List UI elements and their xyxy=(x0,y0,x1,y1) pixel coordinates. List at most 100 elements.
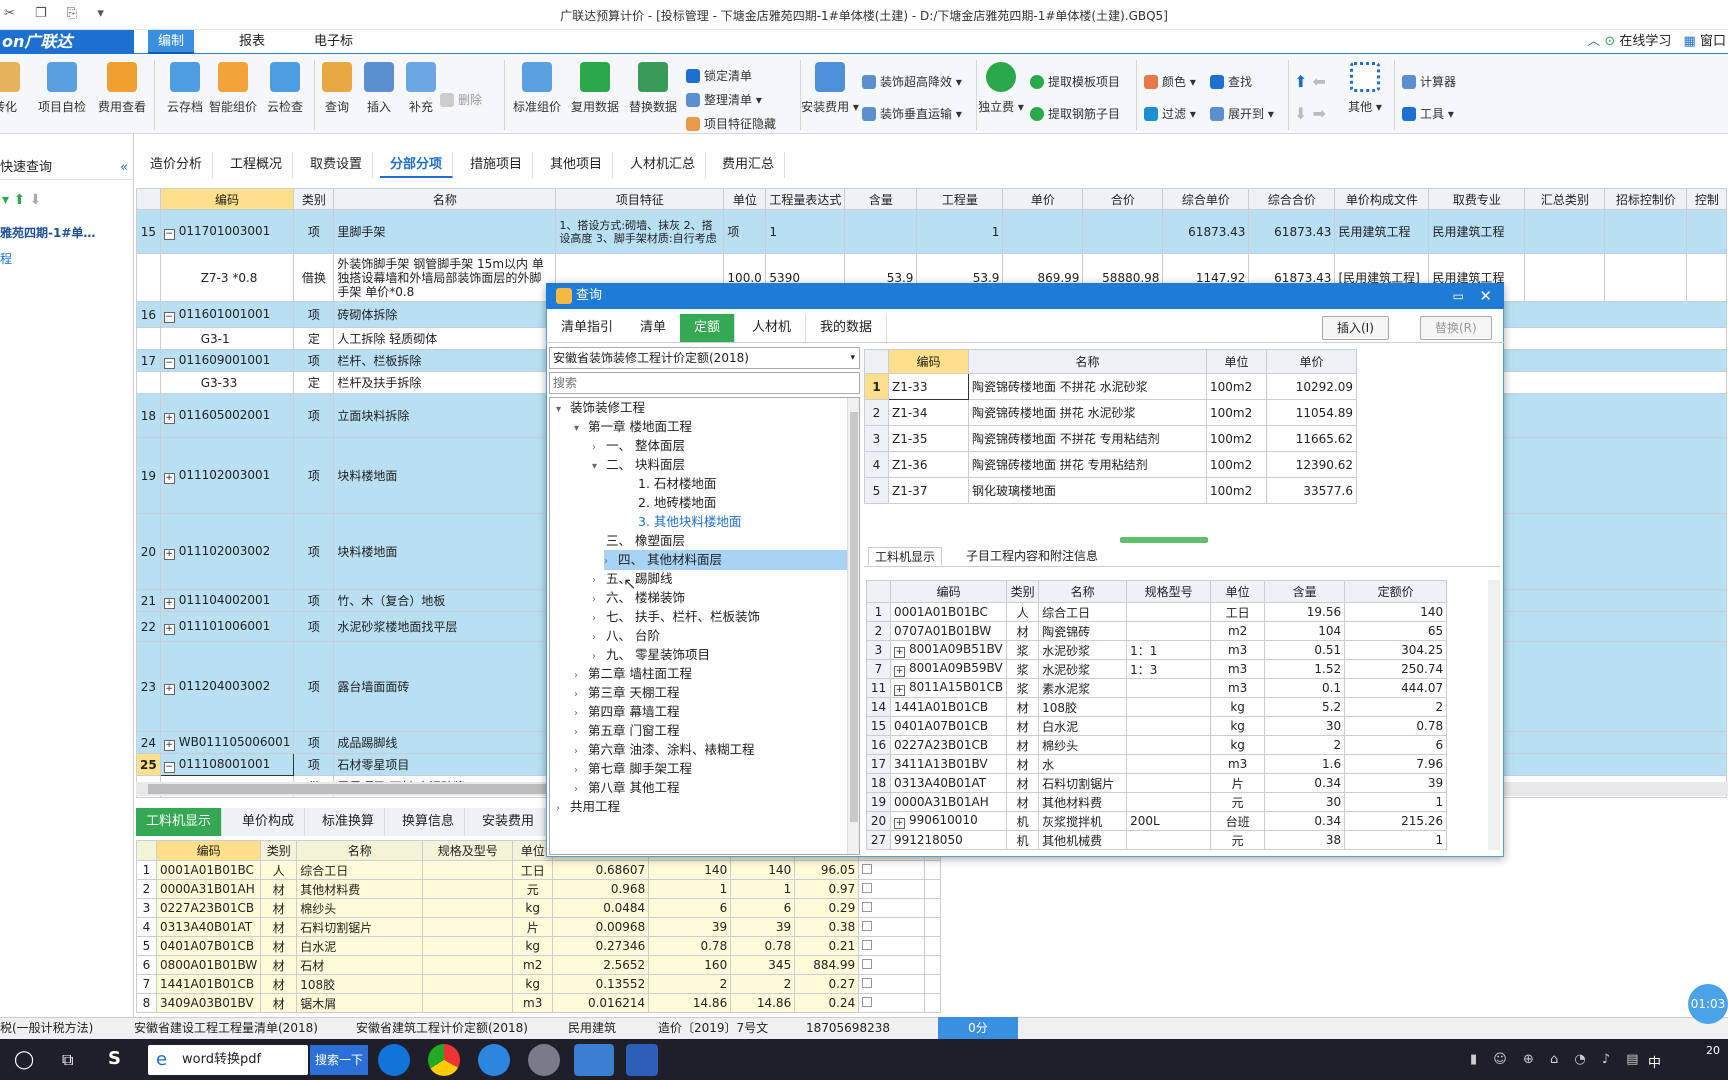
insert-button[interactable]: 插入(I) xyxy=(1322,316,1389,340)
tray-clock[interactable]: 20 xyxy=(1706,1044,1720,1057)
material-row[interactable]: 3 +8001A09B51BV 浆水泥砂浆 1：1 m3 0.51 304.25 xyxy=(866,640,1448,660)
material-row[interactable]: 17 3411A13B01BV 材水 m3 1.6 7.96 xyxy=(866,754,1448,774)
tree-node[interactable]: › 四、 其他材料面层 xyxy=(604,550,859,570)
standard-price-button[interactable]: 标准组价 xyxy=(508,62,566,115)
project-node[interactable]: 雅苑四期-1#单… xyxy=(0,224,95,241)
header-total[interactable]: 合价 xyxy=(1082,188,1164,210)
material-row[interactable]: 18 0313A40B01AT 材石料切割锯片片 0.34 39 xyxy=(866,773,1448,793)
calculator-button[interactable]: 计算器 xyxy=(1402,72,1456,92)
tab-quota[interactable]: 定额 xyxy=(680,314,736,342)
row-checkbox[interactable] xyxy=(858,917,926,937)
find-button[interactable]: 查找 xyxy=(1210,72,1252,92)
expand-icon[interactable]: + xyxy=(163,412,175,424)
tree-node[interactable]: › 第四章 幕墙工程 xyxy=(574,702,679,722)
table-row[interactable]: 3 0227A23B01CB 材棉纱头 kg 0.0484 6 6 0.29 xyxy=(136,898,942,918)
header-type[interactable]: 类别 xyxy=(1006,580,1040,603)
material-row[interactable]: 11 +8011A15B01CB 浆素水泥浆 m3 0.1 444.07 xyxy=(866,678,1448,698)
cost-view-button[interactable]: 费用查看 xyxy=(92,62,152,115)
tab-other-items[interactable]: 其他项目 xyxy=(540,152,614,178)
collapse-icon[interactable]: « xyxy=(120,156,128,180)
tree-node[interactable]: 3. 其他块料楼地面 xyxy=(624,512,741,532)
replace-data-button[interactable]: 替换数据 xyxy=(624,62,682,115)
header-code[interactable]: 编码 xyxy=(159,188,295,210)
tree-node[interactable]: › 第六章 油漆、涂料、裱糊工程 xyxy=(574,740,754,760)
table-row[interactable]: 15 −011701003001 项 里脚手架 1、搭设方式:砌墙、抹灰 2、搭… xyxy=(136,209,1728,254)
sogou-icon[interactable] xyxy=(378,1044,410,1076)
chevron-up-icon[interactable]: ︿ xyxy=(1587,34,1600,49)
decoration-height-button[interactable]: 装饰超高降效 ▾ xyxy=(862,72,962,92)
tray-language[interactable]: 中 xyxy=(1648,1052,1661,1071)
row-checkbox[interactable] xyxy=(858,974,926,994)
tree-node[interactable]: › 第七章 脚手架工程 xyxy=(574,759,692,779)
header-price[interactable]: 单价 xyxy=(1002,188,1084,210)
app-circle-icon[interactable] xyxy=(528,1044,560,1076)
expand-icon[interactable]: + xyxy=(894,685,905,696)
collapse-icon[interactable]: − xyxy=(163,311,175,323)
tab-install-cost[interactable]: 安装费用 xyxy=(472,808,546,836)
taskbar-search-input[interactable]: e word转换pdf xyxy=(148,1045,308,1075)
tools-button[interactable]: 工具 ▾ xyxy=(1402,104,1454,124)
organize-list-button[interactable]: 整理清单 ▾ xyxy=(686,90,762,110)
replace-button[interactable]: 替换(R) xyxy=(1420,316,1492,340)
tree-node[interactable]: ▾ 二、 块料面层 xyxy=(592,455,685,475)
material-row[interactable]: 2 0707A01B01BW 材陶瓷锦砖 m2 104 65 xyxy=(866,621,1448,641)
hide-feature-button[interactable]: 项目特征隐藏 xyxy=(686,114,776,134)
tree-node[interactable]: › 共用工程 xyxy=(556,797,620,817)
tab-fee-settings[interactable]: 取费设置 xyxy=(300,152,374,178)
splitter-handle[interactable] xyxy=(1120,537,1208,543)
tree-node[interactable]: › 七、 扶手、栏杆、栏板装饰 xyxy=(592,607,760,627)
cloud-check-button[interactable]: 云检查 xyxy=(258,62,312,115)
tab-measures[interactable]: 措施项目 xyxy=(460,152,534,178)
chevron-down-icon[interactable]: ▾ xyxy=(556,400,570,420)
ie-icon[interactable] xyxy=(478,1044,510,1076)
expand-icon[interactable]: + xyxy=(163,739,175,751)
table-row[interactable]: 8 3409A03B01BV 材锯木屑 m3 0.016214 14.86 14.86 0.2… xyxy=(136,993,942,1013)
recording-timer[interactable]: 01:03 xyxy=(1688,984,1728,1024)
chevron-down-icon[interactable]: ▾ xyxy=(574,419,588,439)
row-checkbox[interactable] xyxy=(858,936,926,956)
tab-cost-analysis[interactable]: 造价分析 xyxy=(140,152,214,178)
header-cprice[interactable]: 综合单价 xyxy=(1162,188,1250,210)
chevron-down-icon[interactable]: ▾ xyxy=(592,457,606,477)
tree-node[interactable]: › 第三章 天棚工程 xyxy=(574,683,679,703)
header-expr[interactable]: 工程量表达式 xyxy=(765,188,846,210)
reuse-data-button[interactable]: 复用数据 xyxy=(566,62,624,115)
arrow-up-icon[interactable]: ⬆ ⬅ xyxy=(1294,72,1326,92)
tab-labor-material[interactable]: 人材机 xyxy=(738,314,807,342)
install-cost-button[interactable]: 安装费用 ▾ xyxy=(800,62,860,115)
header-name[interactable]: 名称 xyxy=(1038,580,1128,603)
tree-node[interactable]: › 一、 整体面层 xyxy=(592,436,685,456)
menu-report[interactable]: 报表 xyxy=(229,30,275,54)
convert-button[interactable]: 转化 xyxy=(0,62,32,115)
delete-button[interactable]: 删除 xyxy=(440,90,482,110)
header-content[interactable]: 含量 xyxy=(1264,580,1346,603)
header-unit[interactable]: 单位 xyxy=(1210,580,1266,603)
tab-labor-material-summary[interactable]: 人材机汇总 xyxy=(620,152,707,178)
quota-row[interactable]: 4 Z1-36 陶瓷锦砖楼地面 拼花 专用粘结剂 100m2 12390.62 xyxy=(864,451,1357,478)
header-control[interactable]: 控制 xyxy=(1686,188,1728,210)
tab-bill[interactable]: 清单 xyxy=(626,314,682,342)
material-row[interactable]: 19 0000A31B01AH 材其他材料费元 30 1 xyxy=(866,792,1448,812)
tab-labor-material-display[interactable]: 工料机显示 xyxy=(136,808,223,836)
header-unit[interactable]: 单位 xyxy=(1206,349,1267,374)
row-checkbox[interactable] xyxy=(858,955,926,975)
extract-rebar-button[interactable]: 提取钢筋子目 xyxy=(1030,104,1120,124)
tree-node[interactable]: ▾ 装饰装修工程 xyxy=(556,398,645,418)
color-button[interactable]: 颜色 ▾ xyxy=(1144,72,1196,92)
tab-project-overview[interactable]: 工程概况 xyxy=(220,152,294,178)
taskbar-search-button[interactable]: 搜索一下 xyxy=(310,1045,368,1075)
header-qty[interactable]: 工程量 xyxy=(916,188,1004,210)
quota-row[interactable]: 2 Z1-34 陶瓷锦砖楼地面 拼花 水泥砂浆 100m2 11054.89 xyxy=(864,399,1357,426)
header-prof[interactable]: 取费专业 xyxy=(1428,188,1526,210)
online-learning-button[interactable]: 在线学习 xyxy=(1619,34,1671,49)
header-quota-price[interactable]: 定额价 xyxy=(1344,580,1448,603)
header-type[interactable]: 类别 xyxy=(293,188,335,210)
chrome-icon[interactable] xyxy=(428,1044,460,1076)
header-code[interactable]: 编码 xyxy=(888,349,969,374)
material-row[interactable]: 7 +8001A09B59BV 浆水泥砂浆 1：3 m3 1.52 250.74 xyxy=(866,659,1448,679)
word-icon[interactable] xyxy=(626,1044,658,1076)
expand-icon[interactable]: + xyxy=(163,597,175,609)
material-row[interactable]: 15 0401A07B01CB 材白水泥 kg 30 0.78 xyxy=(866,716,1448,736)
header-unit[interactable]: 单位 xyxy=(723,188,767,210)
header-ctotal[interactable]: 综合合价 xyxy=(1248,188,1336,210)
